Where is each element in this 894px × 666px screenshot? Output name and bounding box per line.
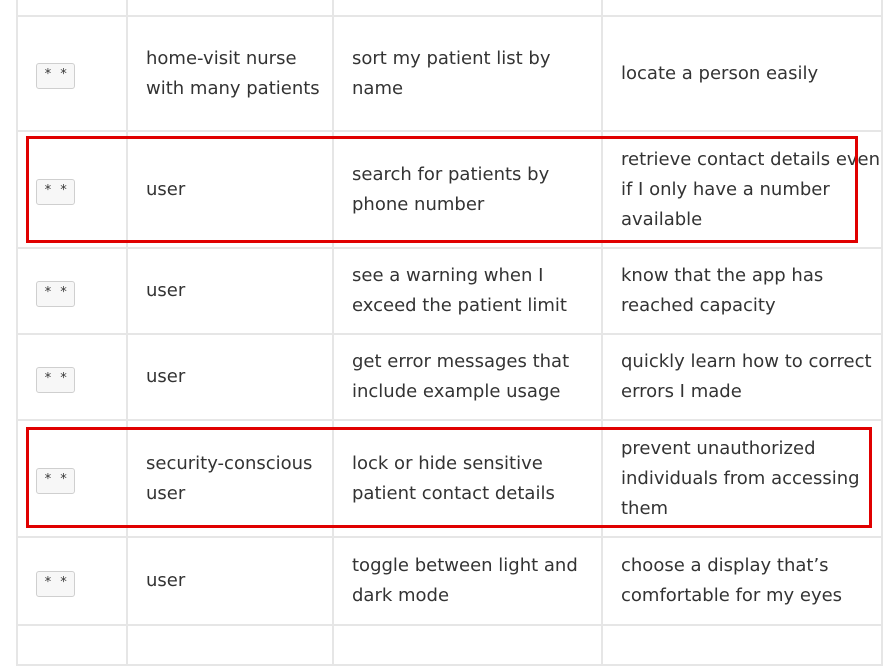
table-row: * * home-visit nurse with many patients … bbox=[16, 15, 883, 132]
priority-badge: * * bbox=[36, 179, 76, 205]
benefit-cell: locate a person easily bbox=[601, 15, 883, 132]
user-stories-table: * * home-visit nurse with many patients … bbox=[16, 0, 883, 666]
priority-cell: * * bbox=[16, 333, 128, 421]
want-cell: lock or hide sensitive patient contact d… bbox=[332, 419, 603, 538]
table-row: * * user toggle between light and dark m… bbox=[16, 536, 883, 626]
priority-cell bbox=[16, 0, 128, 17]
role-cell bbox=[126, 0, 334, 17]
want-cell bbox=[332, 0, 603, 17]
priority-cell: * * bbox=[16, 419, 128, 538]
priority-cell: * * bbox=[16, 536, 128, 626]
role-cell bbox=[126, 624, 334, 666]
want-cell: search for patients by phone number bbox=[332, 130, 603, 249]
role-cell: security-conscious user bbox=[126, 419, 334, 538]
table-row: * * user search for patients by phone nu… bbox=[16, 130, 883, 249]
table-row: * * security-conscious user lock or hide… bbox=[16, 419, 883, 538]
table-row bbox=[16, 624, 883, 666]
priority-badge: * * bbox=[36, 468, 76, 494]
role-cell: user bbox=[126, 536, 334, 626]
benefit-cell: choose a display that’s comfortable for … bbox=[601, 536, 883, 626]
priority-cell: * * bbox=[16, 130, 128, 249]
role-cell: home-visit nurse with many patients bbox=[126, 15, 334, 132]
priority-badge: * * bbox=[36, 280, 76, 307]
benefit-cell bbox=[601, 0, 883, 17]
benefit-cell: quickly learn how to correct errors I ma… bbox=[601, 333, 883, 421]
table-row: * * user get error messages that include… bbox=[16, 333, 883, 421]
benefit-cell bbox=[601, 624, 883, 666]
benefit-cell: know that the app has reached capacity bbox=[601, 247, 883, 335]
role-cell: user bbox=[126, 247, 334, 335]
role-cell: user bbox=[126, 333, 334, 421]
priority-cell bbox=[16, 624, 128, 666]
role-cell: user bbox=[126, 130, 334, 249]
benefit-cell: retrieve contact details even if I only … bbox=[601, 130, 883, 249]
want-cell: toggle between light and dark mode bbox=[332, 536, 603, 626]
table-row: * * user see a warning when I exceed the… bbox=[16, 247, 883, 335]
want-cell: sort my patient list by name bbox=[332, 15, 603, 132]
want-cell: see a warning when I exceed the patient … bbox=[332, 247, 603, 335]
table-row bbox=[16, 0, 883, 17]
want-cell: get error messages that include example … bbox=[332, 333, 603, 421]
priority-badge: * * bbox=[36, 63, 76, 89]
want-cell bbox=[332, 624, 603, 666]
priority-cell: * * bbox=[16, 15, 128, 132]
priority-badge: * * bbox=[36, 570, 76, 597]
priority-cell: * * bbox=[16, 247, 128, 335]
benefit-cell: prevent unauthorized individuals from ac… bbox=[601, 419, 883, 538]
priority-badge: * * bbox=[36, 366, 76, 393]
